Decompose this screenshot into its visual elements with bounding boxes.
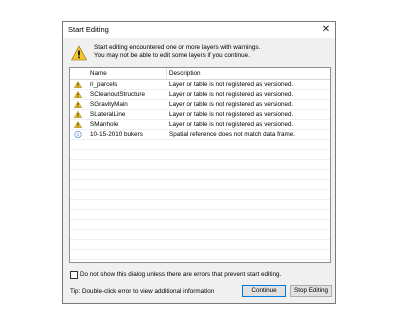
- row-name: SManhole: [90, 121, 119, 128]
- empty-row: [70, 210, 330, 220]
- empty-row: [70, 200, 330, 210]
- table-row[interactable]: SCleanoutStructure Layer or table is not…: [70, 90, 330, 100]
- row-name: 10-15-2010 bukers: [90, 131, 143, 138]
- row-description: Spatial reference does not match data fr…: [169, 131, 296, 138]
- close-icon[interactable]: ✕: [319, 23, 333, 37]
- table-row[interactable]: 10-15-2010 bukers Spatial reference does…: [70, 130, 330, 140]
- continue-button[interactable]: Continue: [242, 285, 286, 297]
- table-row[interactable]: SLateralLine Layer or table is not regis…: [70, 110, 330, 120]
- empty-row: [70, 190, 330, 200]
- table-row[interactable]: SGravityMain Layer or table is not regis…: [70, 100, 330, 110]
- dont-show-checkbox[interactable]: [70, 271, 78, 279]
- list-header: Name Description: [70, 68, 330, 80]
- row-description: Layer or table is not registered as vers…: [169, 91, 294, 98]
- layer-warning-list[interactable]: Name Description ri_parcels Layer or tab…: [69, 67, 331, 263]
- warning-icon: [74, 81, 82, 88]
- row-description: Layer or table is not registered as vers…: [169, 121, 294, 128]
- table-row[interactable]: SManhole Layer or table is not registere…: [70, 120, 330, 130]
- warning-icon: [74, 121, 82, 128]
- row-description: Layer or table is not registered as vers…: [169, 111, 294, 118]
- row-description: Layer or table is not registered as vers…: [169, 101, 294, 108]
- table-row[interactable]: ri_parcels Layer or table is not registe…: [70, 80, 330, 90]
- empty-row: [70, 180, 330, 190]
- stop-editing-button[interactable]: Stop Editing: [290, 285, 332, 297]
- dont-show-checkbox-label[interactable]: Do not show this dialog unless there are…: [80, 271, 281, 278]
- tip-text: Tip: Double-click error to view addition…: [70, 288, 215, 295]
- row-name: ri_parcels: [90, 81, 118, 88]
- row-description: Layer or table is not registered as vers…: [169, 81, 294, 88]
- warning-icon: [71, 45, 87, 61]
- row-name: SGravityMain: [90, 101, 128, 108]
- column-header-description[interactable]: Description: [169, 70, 201, 77]
- column-header-name[interactable]: Name: [90, 70, 107, 77]
- message-line-1: Start editing encountered one or more la…: [94, 44, 261, 51]
- empty-row: [70, 150, 330, 160]
- info-icon: [74, 131, 82, 138]
- empty-row: [70, 230, 330, 240]
- warning-message: Start editing encountered one or more la…: [94, 44, 260, 60]
- empty-row: [70, 140, 330, 150]
- warning-icon: [74, 101, 82, 108]
- title-bar: Start Editing ✕: [63, 22, 335, 38]
- column-divider[interactable]: [166, 68, 167, 79]
- empty-row: [70, 250, 330, 260]
- empty-row: [70, 170, 330, 180]
- message-line-2: You may not be able to edit some layers …: [94, 52, 250, 59]
- empty-row: [70, 220, 330, 230]
- warning-icon: [74, 91, 82, 98]
- dialog-title: Start Editing: [68, 25, 109, 34]
- row-name: SLateralLine: [90, 111, 126, 118]
- warning-icon: [74, 111, 82, 118]
- start-editing-dialog: Start Editing ✕ Start editing encountere…: [62, 21, 336, 304]
- row-name: SCleanoutStructure: [90, 91, 145, 98]
- empty-row: [70, 160, 330, 170]
- empty-row: [70, 240, 330, 250]
